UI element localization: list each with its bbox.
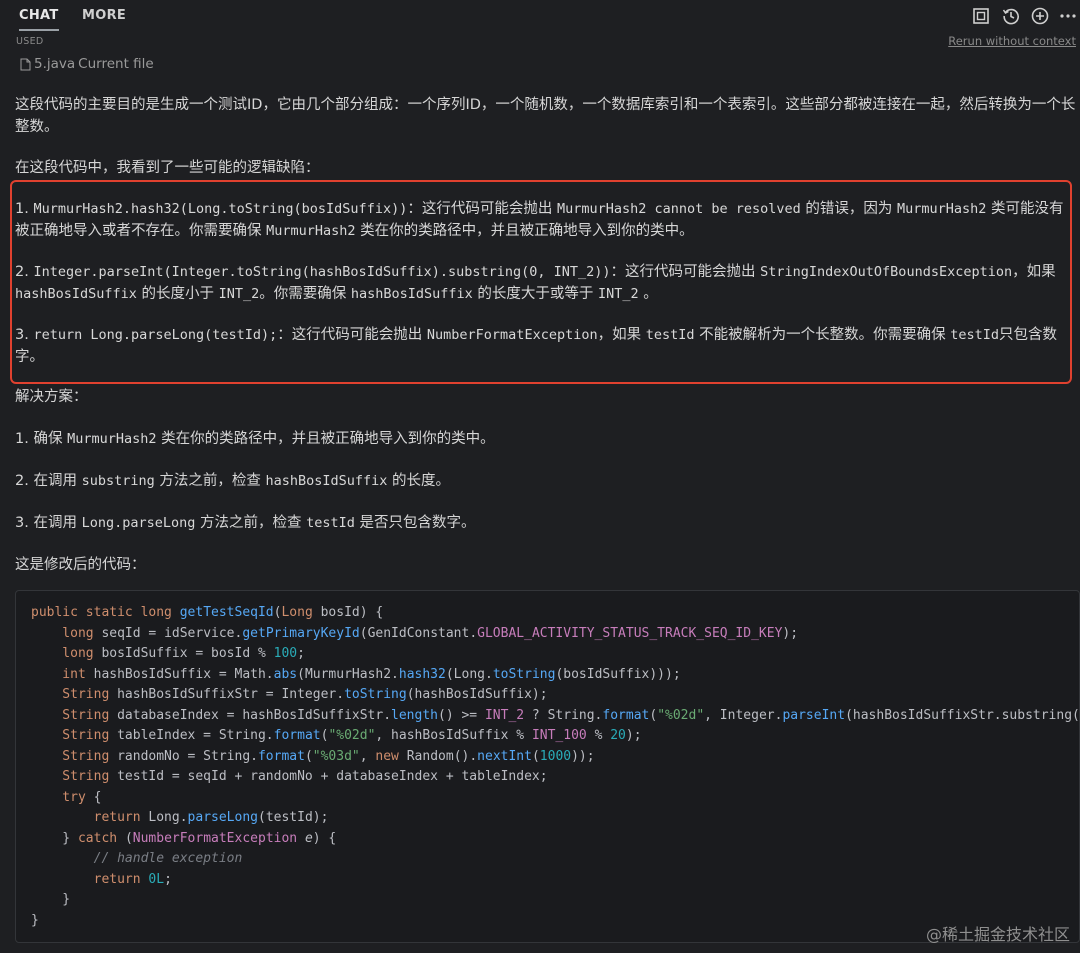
context-file[interactable]: 5.java Current file [20,56,154,72]
code-line-13: // handle exception [31,851,243,866]
flaws-intro: 在这段代码中，我看到了一些可能的逻辑缺陷： [15,160,320,176]
code-block[interactable]: public static long getTestSeqId(Long bos… [15,590,1080,943]
issue-2: 2. Integer.parseInt(Integer.toString(has… [15,264,1056,302]
file-suffix: Current file [78,56,154,72]
code-line-2: long seqId = idService.getPrimaryKeyId(G… [31,625,799,641]
solution-3: 3. 在调用 Long.parseLong 方法之前，检查 testId 是否只… [15,515,476,531]
solution-1: 1. 确保 MurmurHash2 类在你的类路径中，并且被正确地导入到你的类中… [15,431,495,447]
code-line-12: } catch (NumberFormatException e) { [31,830,337,846]
used-label: USED [16,36,44,47]
chat-header: CHAT MORE [0,0,1080,34]
fullscreen-icon[interactable] [971,6,991,26]
code-line-16: } [31,912,39,928]
solution-title: 解决方案： [15,389,88,405]
watermark: @稀土掘金技术社区 [925,925,1070,944]
code-line-11: return Long.parseLong(testId); [31,810,329,825]
code-line-10: try { [31,789,102,805]
file-name: 5.java [34,56,76,72]
code-line-15: } [31,892,71,907]
more-options-icon[interactable] [1058,6,1078,26]
code-line-8: String randomNo = String.format("%03d", … [31,748,595,764]
intro-paragraph: 这段代码的主要目的是生成一个测试ID，它由几个部分组成：一个序列ID，一个随机数… [15,97,1076,135]
code-line-5: String hashBosIdSuffixStr = Integer.toSt… [31,687,548,702]
rerun-without-context-link[interactable]: Rerun without context [948,34,1076,48]
file-icon [20,58,31,70]
code-line-1: public static long getTestSeqId(Long bos… [31,605,384,620]
tab-more[interactable]: MORE [82,8,126,23]
solution-2: 2. 在调用 substring 方法之前，检查 hashBosIdSuffix… [15,473,450,489]
tab-chat[interactable]: CHAT [19,8,59,31]
modified-code-label: 这是修改后的代码： [15,557,146,573]
code-line-9: String testId = seqId + randomNo + datab… [31,769,548,784]
history-icon[interactable] [1001,6,1021,26]
issue-3: 3. return Long.parseLong(testId);：这行代码可能… [15,327,1057,365]
code-line-7: String tableIndex = String.format("%02d"… [31,728,642,743]
code-line-3: long bosIdSuffix = bosId % 100; [31,646,305,661]
code-line-4: int hashBosIdSuffix = Math.abs(MurmurHas… [31,666,681,682]
issue-1: 1. MurmurHash2.hash32(Long.toString(bosI… [15,201,1064,239]
code-line-14: return 0L; [31,871,172,887]
new-chat-icon[interactable] [1030,6,1050,26]
code-line-6: String databaseIndex = hashBosIdSuffixSt… [31,707,1080,723]
